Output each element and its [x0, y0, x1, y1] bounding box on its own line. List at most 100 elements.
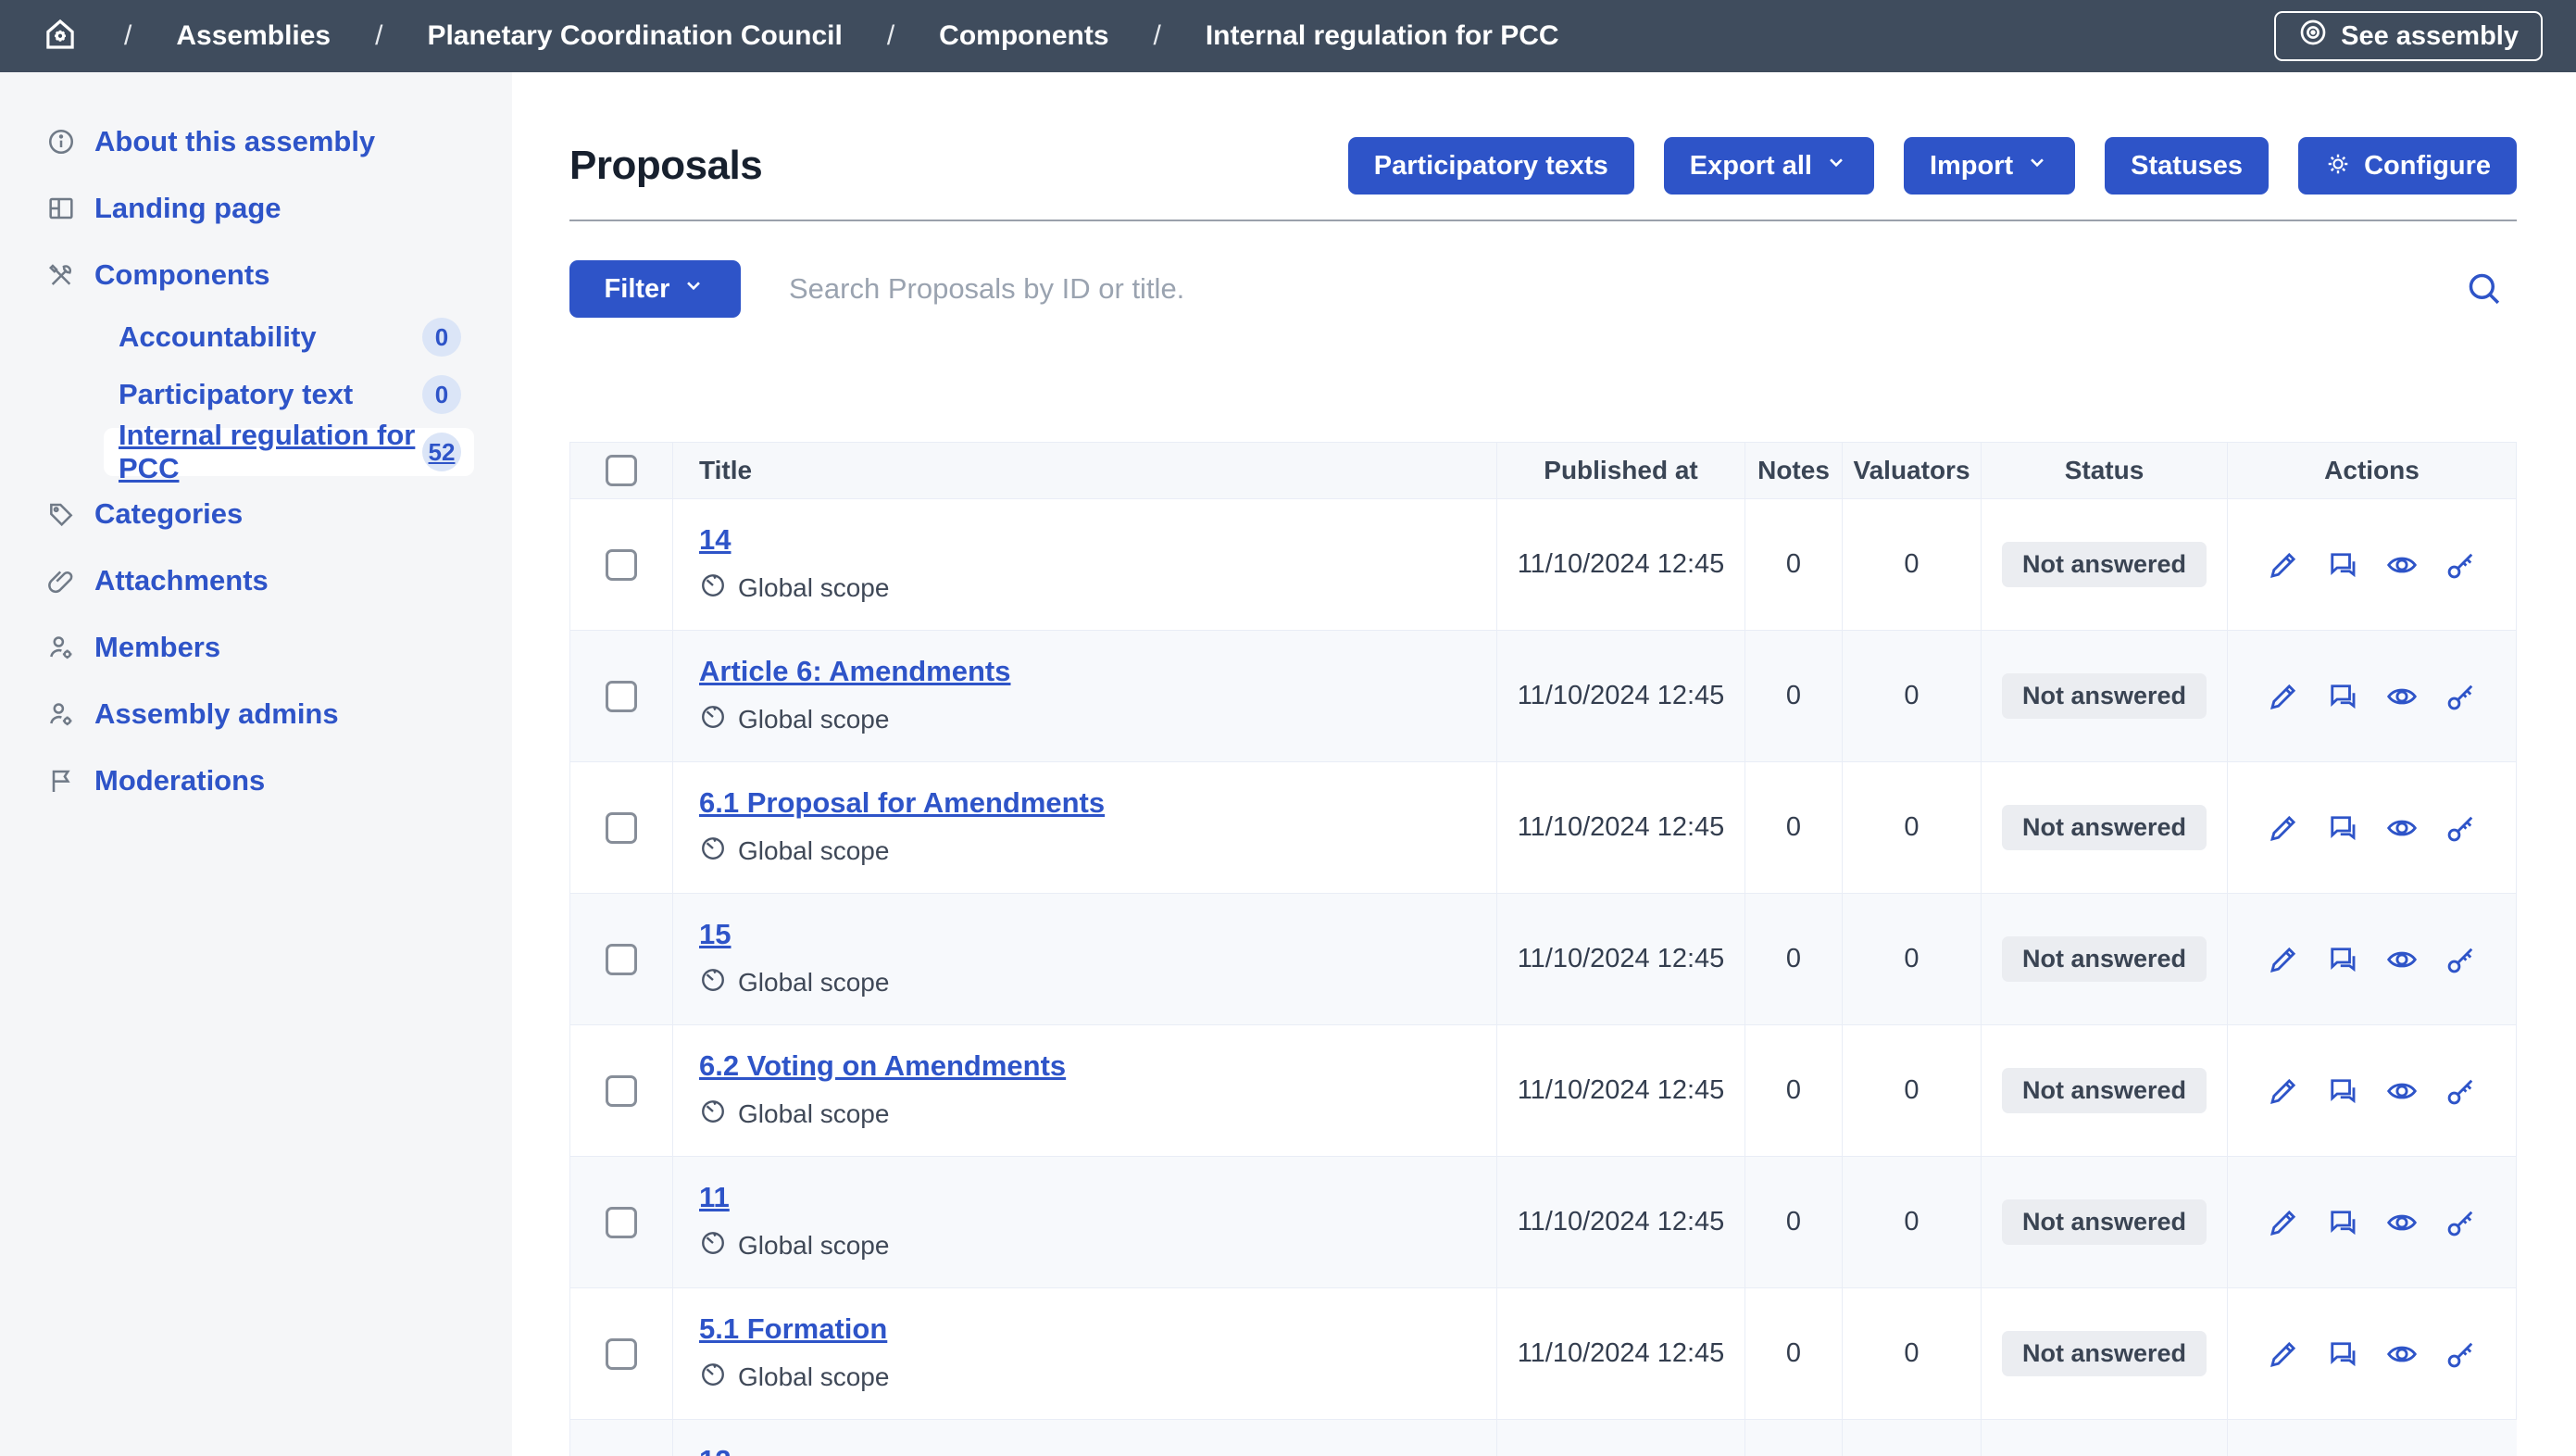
notes-count: 0 — [1745, 1157, 1843, 1287]
search-icon[interactable] — [2463, 268, 2506, 310]
valuators-count — [1843, 1420, 1982, 1456]
eye-icon — [2298, 18, 2328, 55]
notes-count: 0 — [1745, 894, 1843, 1024]
permissions-key-button[interactable] — [2444, 810, 2479, 846]
proposal-title-link[interactable]: 6.1 Proposal for Amendments — [699, 786, 1105, 820]
breadcrumb-separator: / — [887, 20, 894, 52]
eye-icon[interactable] — [2384, 810, 2420, 846]
permissions-key-button[interactable] — [2444, 679, 2479, 714]
eye-icon[interactable] — [2384, 547, 2420, 583]
notes-count: 0 — [1745, 1288, 1843, 1419]
answer-button[interactable] — [2325, 1073, 2360, 1109]
answer-button[interactable] — [2325, 547, 2360, 583]
published-at: 11/10/2024 12:45 — [1497, 1025, 1745, 1156]
status-badge: Not answered — [2002, 805, 2207, 850]
proposal-scope: Global scope — [699, 1361, 1478, 1393]
row-checkbox[interactable] — [606, 681, 637, 712]
answer-button[interactable] — [2325, 679, 2360, 714]
edit-button[interactable] — [2266, 810, 2301, 846]
sidebar-item-accountability[interactable]: Accountability 0 — [104, 313, 474, 361]
answer-button[interactable] — [2325, 810, 2360, 846]
select-all-checkbox[interactable] — [606, 455, 637, 486]
table-row: Article 6: Amendments Global scope 11/10… — [569, 631, 2517, 762]
sidebar-item-about-this-assembly[interactable]: About this assembly — [0, 113, 512, 170]
permissions-key-button[interactable] — [2444, 547, 2479, 583]
permissions-key-button[interactable] — [2444, 1073, 2479, 1109]
user-gear-icon — [46, 699, 76, 729]
count-badge: 0 — [422, 375, 461, 414]
valuators-count: 0 — [1843, 499, 1982, 630]
sidebar-item-participatory-text[interactable]: Participatory text 0 — [104, 370, 474, 419]
valuators-count: 0 — [1843, 631, 1982, 761]
answer-button[interactable] — [2325, 942, 2360, 977]
proposal-title-link[interactable]: Article 6: Amendments — [699, 655, 1011, 688]
row-checkbox[interactable] — [606, 944, 637, 975]
see-assembly-button[interactable]: See assembly — [2274, 11, 2543, 61]
table-row: 14 Global scope 11/10/2024 12:45 0 0 Not… — [569, 499, 2517, 631]
sidebar: About this assembly Landing page Compone… — [0, 72, 512, 1456]
permissions-key-button[interactable] — [2444, 1337, 2479, 1372]
permissions-key-button[interactable] — [2444, 1205, 2479, 1240]
published-at: 11/10/2024 12:45 — [1497, 762, 1745, 893]
answer-button[interactable] — [2325, 1337, 2360, 1372]
sidebar-item-internal-regulation-for-pcc[interactable]: Internal regulation for PCC 52 — [104, 428, 474, 476]
eye-icon[interactable] — [2384, 1205, 2420, 1240]
sidebar-item-categories[interactable]: Categories — [0, 485, 512, 543]
eye-icon[interactable] — [2384, 1073, 2420, 1109]
row-checkbox[interactable] — [606, 1338, 637, 1370]
proposal-title-link[interactable]: 6.2 Voting on Amendments — [699, 1049, 1066, 1083]
breadcrumb-item[interactable]: Components — [939, 20, 1108, 52]
global-scope-icon — [699, 1361, 727, 1393]
published-at: 11/10/2024 12:45 — [1497, 1288, 1745, 1419]
participatory-texts-button[interactable]: Participatory texts — [1348, 137, 1634, 195]
statuses-button[interactable]: Statuses — [2105, 137, 2269, 195]
column-actions: Actions — [2228, 443, 2517, 498]
export-all-button[interactable]: Export all — [1664, 137, 1874, 195]
edit-button[interactable] — [2266, 1337, 2301, 1372]
answer-button[interactable] — [2325, 1205, 2360, 1240]
breadcrumb-item[interactable]: Internal regulation for PCC — [1206, 20, 1559, 52]
row-checkbox[interactable] — [606, 549, 637, 581]
table-row: 5.1 Formation Global scope 11/10/2024 12… — [569, 1288, 2517, 1420]
home-button[interactable] — [41, 15, 80, 58]
proposal-title-link[interactable]: 12 — [699, 1444, 731, 1456]
sidebar-item-landing-page[interactable]: Landing page — [0, 180, 512, 237]
global-scope-icon — [699, 571, 727, 604]
status-badge: Not answered — [2002, 936, 2207, 982]
import-button[interactable]: Import — [1904, 137, 2075, 195]
row-checkbox[interactable] — [606, 1207, 637, 1238]
sidebar-item-attachments[interactable]: Attachments — [0, 552, 512, 609]
edit-button[interactable] — [2266, 547, 2301, 583]
sidebar-item-assembly-admins[interactable]: Assembly admins — [0, 685, 512, 743]
sidebar-item-moderations[interactable]: Moderations — [0, 752, 512, 810]
tools-icon — [46, 260, 76, 290]
proposal-title-link[interactable]: 14 — [699, 523, 731, 557]
proposal-title-link[interactable]: 5.1 Formation — [699, 1312, 887, 1346]
row-checkbox[interactable] — [606, 812, 637, 844]
filter-button[interactable]: Filter — [569, 260, 741, 318]
edit-button[interactable] — [2266, 1073, 2301, 1109]
table-row: 6.2 Voting on Amendments Global scope 11… — [569, 1025, 2517, 1157]
search-input[interactable] — [789, 272, 2415, 306]
info-icon — [46, 127, 76, 157]
proposal-title-link[interactable]: 15 — [699, 918, 731, 951]
proposal-title-link[interactable]: 11 — [699, 1181, 730, 1214]
edit-button[interactable] — [2266, 1205, 2301, 1240]
row-checkbox[interactable] — [606, 1075, 637, 1107]
eye-icon[interactable] — [2384, 679, 2420, 714]
configure-button[interactable]: Configure — [2298, 137, 2517, 195]
breadcrumb-item[interactable]: Planetary Coordination Council — [427, 20, 842, 52]
edit-button[interactable] — [2266, 942, 2301, 977]
notes-count: 0 — [1745, 1025, 1843, 1156]
edit-button[interactable] — [2266, 679, 2301, 714]
column-valuators: Valuators — [1843, 443, 1982, 498]
gear-icon — [2324, 152, 2352, 180]
eye-icon[interactable] — [2384, 1337, 2420, 1372]
sidebar-item-members[interactable]: Members — [0, 619, 512, 676]
permissions-key-button[interactable] — [2444, 942, 2479, 977]
breadcrumb-item[interactable]: Assemblies — [176, 20, 331, 52]
published-at: 11/10/2024 12:45 — [1497, 631, 1745, 761]
global-scope-icon — [699, 1098, 727, 1130]
sidebar-item-components[interactable]: Components — [0, 246, 512, 304]
eye-icon[interactable] — [2384, 942, 2420, 977]
